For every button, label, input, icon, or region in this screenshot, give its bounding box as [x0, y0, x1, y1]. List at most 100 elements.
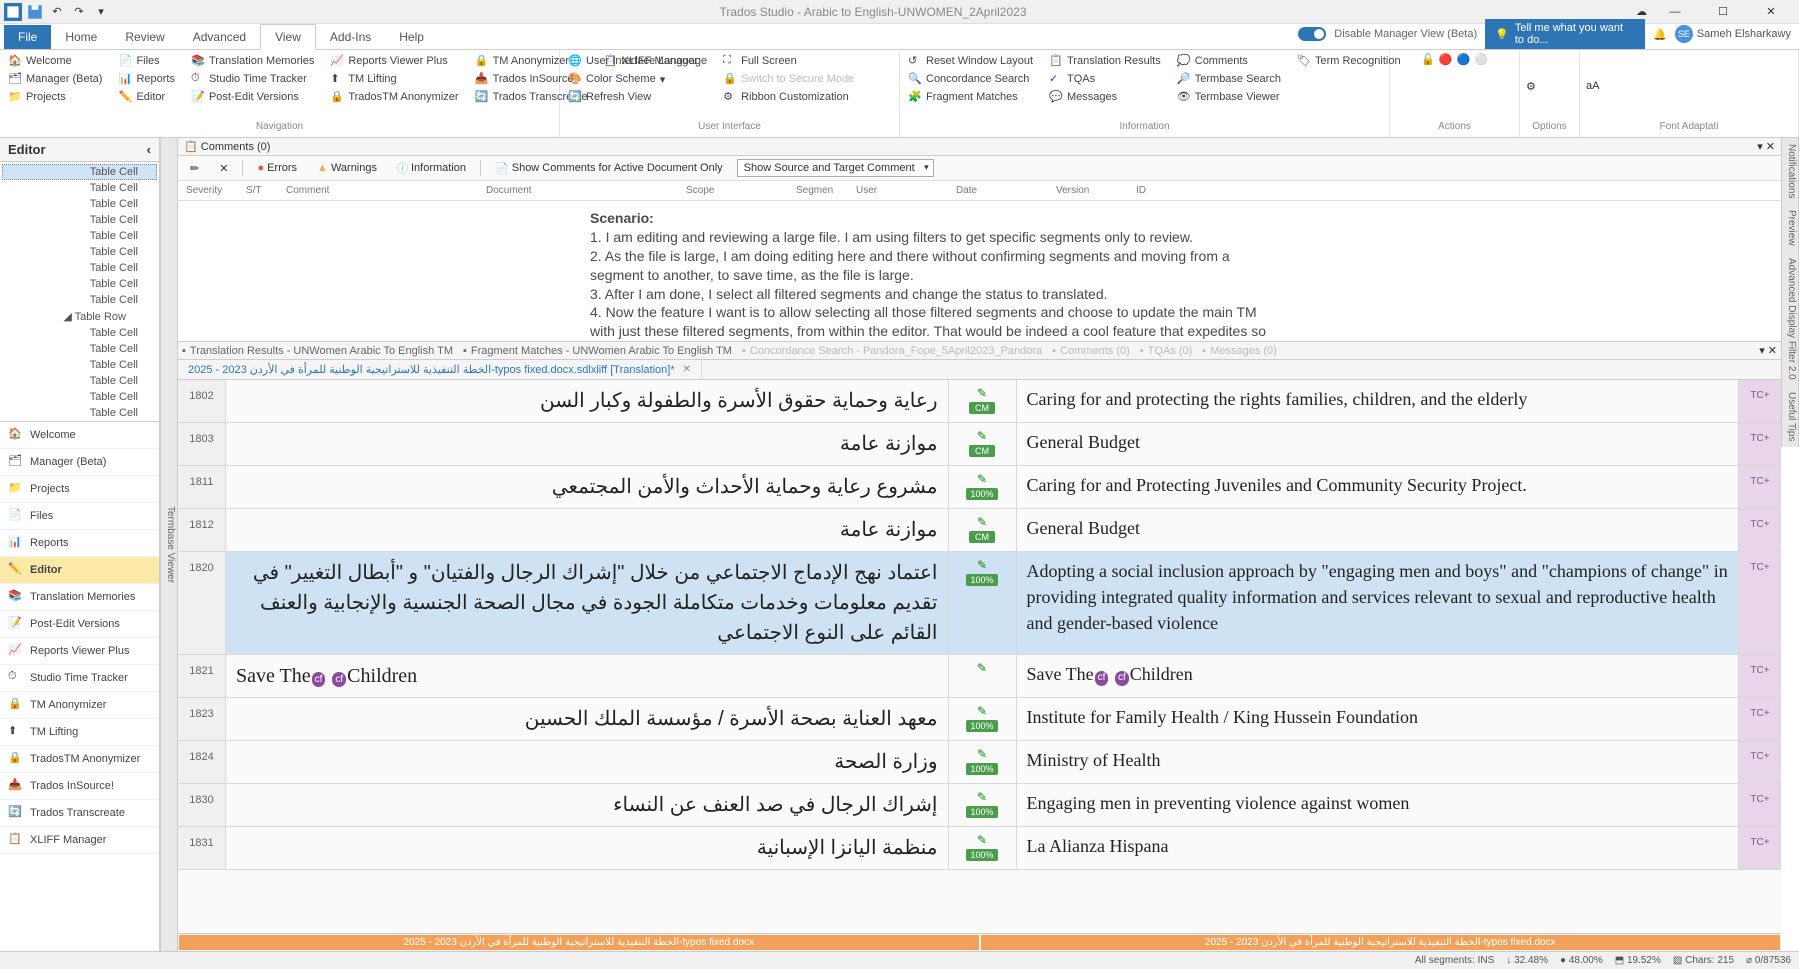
col-id[interactable]: ID — [1128, 183, 1188, 198]
tab-advanced[interactable]: Advanced — [179, 25, 260, 49]
info-term-rec[interactable]: 🏷Term Recognition — [1295, 53, 1403, 69]
subtab[interactable]: ▪TQAs (0) — [1140, 345, 1193, 357]
segment-status[interactable]: ✎CM — [949, 380, 1017, 422]
info-frag[interactable]: 🧩Fragment Matches — [906, 89, 1035, 105]
segment-source[interactable]: منظمة اليانزا الإسبانية — [226, 827, 949, 869]
info-reset[interactable]: ↺Reset Window Layout — [906, 53, 1035, 69]
delete-comment-icon[interactable]: ✕ — [213, 160, 234, 177]
segment-source[interactable]: مشروع رعاية وحماية الأحداث والأمن المجتم… — [226, 466, 949, 508]
tree-item[interactable]: Table Cell — [2, 212, 157, 228]
subtabs-close-icon[interactable]: ✕ — [1768, 345, 1777, 357]
nav-item-tm-anonymizer[interactable]: 🔒TM Anonymizer — [0, 692, 159, 719]
nav-postedit[interactable]: 📝Post-Edit Versions — [189, 89, 316, 105]
nav-item-files[interactable]: 📄Files — [0, 503, 159, 530]
termbase-viewer-tab[interactable]: Termbase Viewer — [160, 138, 178, 951]
nav-tmlifting[interactable]: ⬆TM Lifting — [328, 71, 460, 87]
subtab[interactable]: ▪Comments (0) — [1052, 345, 1130, 357]
nav-tradostm-anon[interactable]: 🔒TradosTM Anonymizer — [328, 89, 460, 105]
tree-item[interactable]: Table Cell — [2, 389, 157, 405]
segment-status[interactable]: ✎100% — [949, 552, 1017, 654]
segment-source[interactable]: Save Thecf cfChildren — [226, 655, 949, 697]
nav-item-tradostm-anonymizer[interactable]: 🔒TradosTM Anonymizer — [0, 746, 159, 773]
segment-row[interactable]: 1820اعتماد نهج الإدماج الاجتماعي من خلال… — [178, 552, 1781, 655]
segment-grid[interactable]: 1802رعاية وحماية حقوق الأسرة والطفولة وك… — [178, 380, 1781, 933]
nav-item-manager-beta-[interactable]: 🗂Manager (Beta) — [0, 449, 159, 476]
useful-tips-tab[interactable]: Useful Tips — [1781, 386, 1799, 447]
segment-target[interactable]: La Alianza Hispana — [1017, 827, 1740, 869]
nav-item-reports-viewer-plus[interactable]: 📈Reports Viewer Plus — [0, 638, 159, 665]
segment-source[interactable]: معهد العناية بصحة الأسرة / مؤسسة الملك ا… — [226, 698, 949, 740]
tell-me-search[interactable]: 💡 Tell me what you want to do... — [1485, 19, 1645, 49]
file-tab-close-icon[interactable]: ✕ — [683, 364, 691, 375]
nav-reports[interactable]: 📊Reports — [116, 71, 177, 87]
tree-item[interactable]: Table Cell — [2, 373, 157, 389]
action-icon-2[interactable]: 🔴 — [1439, 53, 1453, 66]
user-badge[interactable]: SE Sameh Elsharkawy — [1675, 25, 1791, 43]
info-messages[interactable]: 💬Messages — [1047, 89, 1163, 105]
tree-item[interactable]: Table Cell — [2, 276, 157, 292]
info-tqas[interactable]: ✓TQAs — [1047, 71, 1163, 87]
notifications-tab[interactable]: Notifications — [1781, 138, 1799, 204]
tree-item[interactable]: Table Cell — [2, 164, 157, 180]
tree-item[interactable]: Table Cell — [2, 405, 157, 421]
segment-row[interactable]: 1812موازنة عامة✎CMGeneral BudgetTC+ — [178, 509, 1781, 552]
comments-close-icon[interactable]: ✕ — [1766, 141, 1775, 153]
bottom-strip-right[interactable]: الخطة التنفيذية للاستراتيجية الوطنية للم… — [981, 935, 1781, 950]
segment-row[interactable]: 1831منظمة اليانزا الإسبانية✎100%La Alian… — [178, 827, 1781, 870]
nav-rvp[interactable]: 📈Reports Viewer Plus — [328, 53, 460, 69]
nav-item-post-edit-versions[interactable]: 📝Post-Edit Versions — [0, 611, 159, 638]
segment-target[interactable]: Caring for and Protecting Juveniles and … — [1017, 466, 1740, 508]
bottom-strip-left[interactable]: الخطة التنفيذية للاستراتيجية الوطنية للم… — [179, 935, 979, 950]
tab-view[interactable]: View — [260, 24, 316, 50]
nav-item-projects[interactable]: 📁Projects — [0, 476, 159, 503]
segment-row[interactable]: 1811مشروع رعاية وحماية الأحداث والأمن ال… — [178, 466, 1781, 509]
segment-target[interactable]: General Budget — [1017, 509, 1740, 551]
segment-target[interactable]: Adopting a social inclusion approach by … — [1017, 552, 1740, 654]
segment-row[interactable]: 1803موازنة عامة✎CMGeneral BudgetTC+ — [178, 423, 1781, 466]
nav-welcome[interactable]: 🏠Welcome — [6, 53, 104, 69]
segment-source[interactable]: موازنة عامة — [226, 509, 949, 551]
segment-source[interactable]: موازنة عامة — [226, 423, 949, 465]
ui-ribbon-custom[interactable]: ⚙Ribbon Customization — [721, 89, 856, 105]
warnings-filter[interactable]: ▲Warnings — [311, 160, 383, 176]
segment-status[interactable]: ✎100% — [949, 827, 1017, 869]
save-icon[interactable] — [26, 3, 44, 21]
action-icon-1[interactable]: 🔓 — [1421, 53, 1435, 66]
tree-item[interactable]: Table Cell — [2, 244, 157, 260]
errors-filter[interactable]: ●Errors — [251, 160, 303, 176]
nav-tracker[interactable]: ⏱Studio Time Tracker — [189, 71, 316, 87]
tab-help[interactable]: Help — [385, 25, 438, 49]
segment-status[interactable]: ✎100% — [949, 741, 1017, 783]
segment-target[interactable]: Engaging men in preventing violence agai… — [1017, 784, 1740, 826]
subtab[interactable]: ▪Fragment Matches - UNWomen Arabic To En… — [463, 345, 732, 357]
ui-fullscreen[interactable]: ⛶Full Screen — [721, 53, 856, 69]
info-trans-results[interactable]: 📋Translation Results — [1047, 53, 1163, 69]
tree-item[interactable]: Table Cell — [2, 292, 157, 308]
info-tb-viewer[interactable]: 👁Termbase Viewer — [1175, 89, 1283, 105]
tree-item[interactable]: Table Cell — [2, 341, 157, 357]
tree-item[interactable]: Table Cell — [2, 180, 157, 196]
segment-row[interactable]: 1823معهد العناية بصحة الأسرة / مؤسسة الم… — [178, 698, 1781, 741]
ui-lang[interactable]: 🌐User Interface Language — [566, 53, 709, 69]
col-segment[interactable]: Segmen — [788, 183, 848, 198]
document-tree[interactable]: Table CellTable CellTable CellTable Cell… — [0, 162, 159, 422]
comment-scope-dropdown[interactable]: Show Source and Target Comment — [737, 159, 934, 177]
ui-refresh[interactable]: 🔄Refresh View — [566, 89, 709, 105]
subtab[interactable]: ▪Translation Results - UNWomen Arabic To… — [182, 345, 453, 357]
tree-item[interactable]: Table Cell — [2, 196, 157, 212]
tab-review[interactable]: Review — [111, 25, 178, 49]
tree-item[interactable]: Table Cell — [2, 228, 157, 244]
nav-item-reports[interactable]: 📊Reports — [0, 530, 159, 557]
col-version[interactable]: Version — [1048, 183, 1128, 198]
tab-addins[interactable]: Add-Ins — [316, 25, 385, 49]
nav-projects[interactable]: 📁Projects — [6, 89, 104, 105]
tab-home[interactable]: Home — [51, 25, 111, 49]
nav-tm[interactable]: 📚Translation Memories — [189, 53, 316, 69]
col-date[interactable]: Date — [948, 183, 1048, 198]
tab-file[interactable]: File — [4, 25, 51, 49]
segment-row[interactable]: 1802رعاية وحماية حقوق الأسرة والطفولة وك… — [178, 380, 1781, 423]
subtab[interactable]: ▪Messages (0) — [1202, 345, 1277, 357]
redo-icon[interactable]: ↷ — [70, 3, 88, 21]
segment-target[interactable]: Save Thecf cfChildren — [1017, 655, 1740, 697]
qat-dropdown-icon[interactable]: ▾ — [92, 3, 110, 21]
